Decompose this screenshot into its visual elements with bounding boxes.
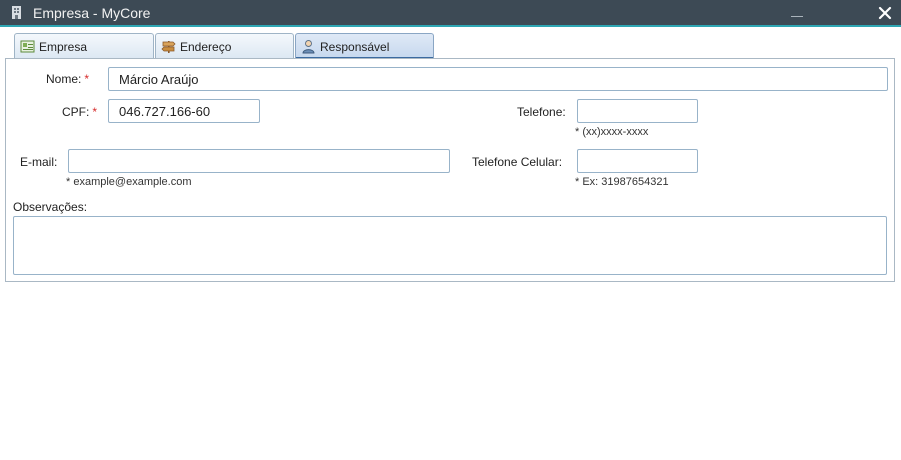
company-card-icon — [20, 40, 35, 53]
cpf-label: CPF: * — [62, 105, 97, 119]
cpf-label-text: CPF: — [62, 105, 90, 119]
window-titlebar: Empresa - MyCore — [0, 0, 901, 27]
tab-endereco[interactable]: Endereço — [155, 33, 294, 58]
telefone-hint: * (xx)xxxx-xxxx — [575, 126, 649, 138]
email-hint: * example@example.com — [66, 176, 192, 188]
tab-empresa-label: Empresa — [39, 40, 88, 54]
telefone-field[interactable] — [577, 99, 698, 123]
responsavel-form-panel: Nome:* CPF:* Telefone: * (xx)xxxx-xxxx E… — [5, 58, 895, 282]
window-title: Empresa - MyCore — [33, 5, 151, 21]
tab-responsavel[interactable]: Responsável — [295, 33, 434, 59]
telefone-label: Telefone: — [517, 105, 566, 119]
nome-field[interactable] — [108, 67, 888, 91]
close-icon — [878, 6, 892, 20]
nome-label: Nome: * — [46, 72, 89, 86]
person-icon — [302, 40, 315, 54]
signpost-icon — [161, 41, 176, 53]
nome-label-text: Nome: — [46, 72, 82, 86]
observacoes-label: Observações: — [13, 200, 88, 214]
email-label: E-mail: — [20, 155, 58, 169]
required-marker: * — [92, 105, 98, 119]
tab-endereco-label: Endereço — [180, 40, 232, 54]
cpf-field[interactable] — [108, 99, 260, 123]
required-marker: * — [84, 72, 90, 86]
telefone-celular-field[interactable] — [577, 149, 698, 173]
email-field[interactable] — [68, 149, 450, 173]
telefone-celular-label: Telefone Celular: — [472, 155, 563, 169]
telefone-celular-hint: * Ex: 31987654321 — [575, 176, 669, 188]
tab-empresa[interactable]: Empresa — [14, 33, 154, 58]
close-button[interactable] — [876, 4, 894, 22]
tab-responsavel-label: Responsável — [320, 40, 390, 54]
minimize-button[interactable] — [788, 4, 806, 22]
observacoes-textarea[interactable] — [13, 216, 887, 275]
building-icon — [12, 6, 21, 19]
